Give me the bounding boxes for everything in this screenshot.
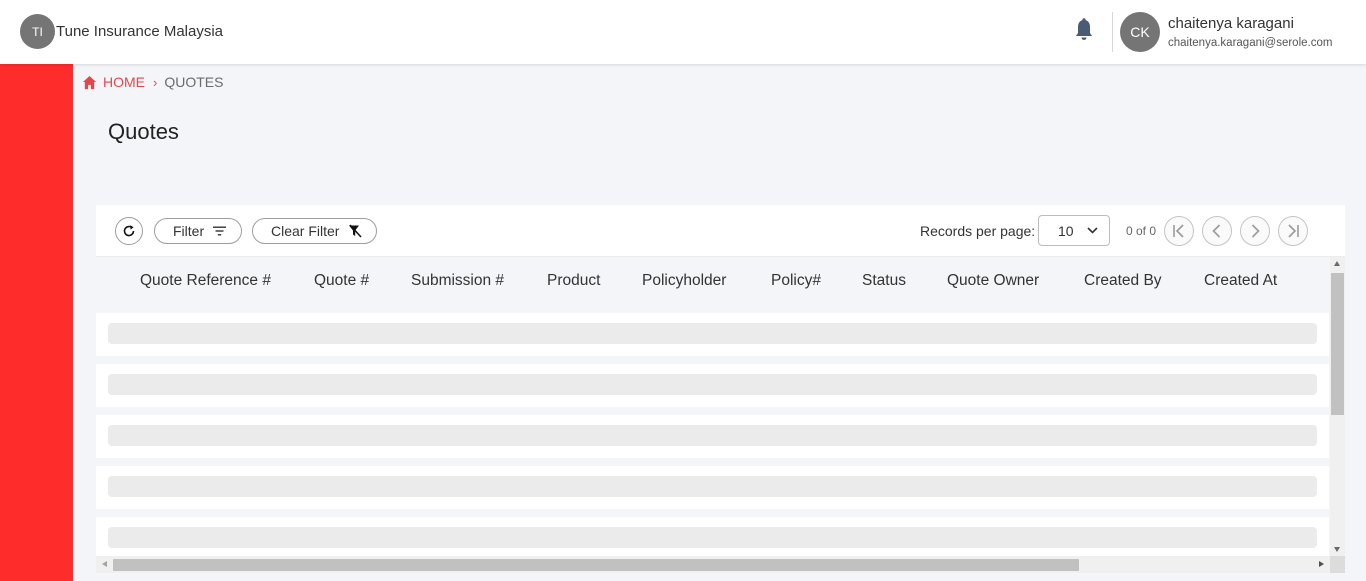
next-page-icon — [1251, 224, 1260, 238]
next-page-button[interactable] — [1240, 216, 1270, 246]
column-header-policy-number[interactable]: Policy# — [771, 272, 821, 290]
sidebar — [0, 64, 73, 581]
column-header-quote-reference[interactable]: Quote Reference # — [140, 272, 271, 290]
org-name[interactable]: Tune Insurance Malaysia — [56, 23, 223, 40]
clear-filter-label: Clear Filter — [271, 223, 340, 239]
filter-label: Filter — [173, 223, 205, 239]
table-row-loading — [96, 364, 1329, 407]
refresh-button[interactable] — [115, 217, 143, 245]
quotes-panel: Filter Clear Filter Records per page: 10… — [96, 205, 1345, 576]
table-row-loading — [96, 415, 1329, 458]
user-avatar[interactable]: CK — [1120, 12, 1160, 52]
page-count: 0 of 0 — [1126, 224, 1157, 238]
scrollbar-corner — [1330, 556, 1345, 573]
column-header-created-by[interactable]: Created By — [1084, 272, 1162, 290]
org-initials: TI — [32, 24, 43, 39]
column-header-quote-owner[interactable]: Quote Owner — [947, 272, 1039, 290]
last-page-button[interactable] — [1278, 216, 1308, 246]
column-header-status[interactable]: Status — [862, 272, 906, 290]
home-icon[interactable] — [82, 75, 97, 90]
column-header-quote-number[interactable]: Quote # — [314, 272, 369, 290]
breadcrumb: HOME › QUOTES — [82, 74, 223, 90]
table-row-loading — [96, 466, 1329, 509]
column-header-policyholder[interactable]: Policyholder — [642, 272, 726, 290]
scroll-left-icon[interactable] — [102, 561, 107, 567]
table-row-loading — [96, 517, 1329, 560]
vertical-scroll-thumb[interactable] — [1331, 273, 1344, 415]
horizontal-scroll-thumb[interactable] — [113, 559, 1079, 571]
refresh-icon — [123, 225, 135, 237]
scroll-right-icon[interactable] — [1319, 561, 1324, 567]
column-header-created-at[interactable]: Created At — [1204, 272, 1277, 290]
vertical-scrollbar[interactable] — [1330, 257, 1345, 556]
filter-button[interactable]: Filter — [154, 218, 242, 244]
user-initials: CK — [1130, 24, 1150, 40]
first-page-icon — [1173, 224, 1184, 238]
column-header-product[interactable]: Product — [547, 272, 600, 290]
chevron-down-icon — [1087, 227, 1098, 234]
clear-filter-icon — [349, 224, 363, 238]
records-per-page-value: 10 — [1058, 223, 1074, 239]
filter-icon — [213, 226, 227, 236]
org-avatar[interactable]: TI — [20, 14, 55, 49]
skeleton-bar — [108, 323, 1317, 344]
user-email: chaitenya.karagani@serole.com — [1168, 37, 1333, 49]
top-bar: TI Tune Insurance Malaysia CK chaitenya … — [0, 0, 1366, 64]
skeleton-bar — [108, 425, 1317, 446]
breadcrumb-separator: › — [153, 74, 158, 90]
skeleton-bar — [108, 527, 1317, 548]
first-page-button[interactable] — [1164, 216, 1194, 246]
records-per-page-label: Records per page: — [920, 223, 1036, 239]
breadcrumb-current: QUOTES — [164, 74, 224, 90]
horizontal-scrollbar[interactable] — [96, 556, 1330, 573]
last-page-icon — [1288, 224, 1299, 238]
records-per-page-select[interactable]: 10 — [1038, 215, 1110, 246]
prev-page-button[interactable] — [1202, 216, 1232, 246]
scroll-down-icon[interactable] — [1334, 547, 1340, 552]
prev-page-icon — [1212, 224, 1221, 238]
breadcrumb-home[interactable]: HOME — [103, 74, 145, 90]
skeleton-bar — [108, 374, 1317, 395]
scroll-up-icon[interactable] — [1334, 261, 1340, 266]
skeleton-bar — [108, 476, 1317, 497]
bell-icon[interactable] — [1073, 18, 1095, 42]
clear-filter-button[interactable]: Clear Filter — [252, 218, 377, 244]
header-divider — [1112, 12, 1113, 52]
user-name[interactable]: chaitenya karagani — [1168, 15, 1294, 32]
page-title: Quotes — [108, 119, 179, 144]
table-toolbar: Filter Clear Filter Records per page: 10… — [96, 205, 1345, 257]
table-row-loading — [96, 313, 1329, 356]
column-header-submission-number[interactable]: Submission # — [411, 272, 504, 290]
table-header: Quote Reference # Quote # Submission # P… — [96, 256, 1329, 312]
